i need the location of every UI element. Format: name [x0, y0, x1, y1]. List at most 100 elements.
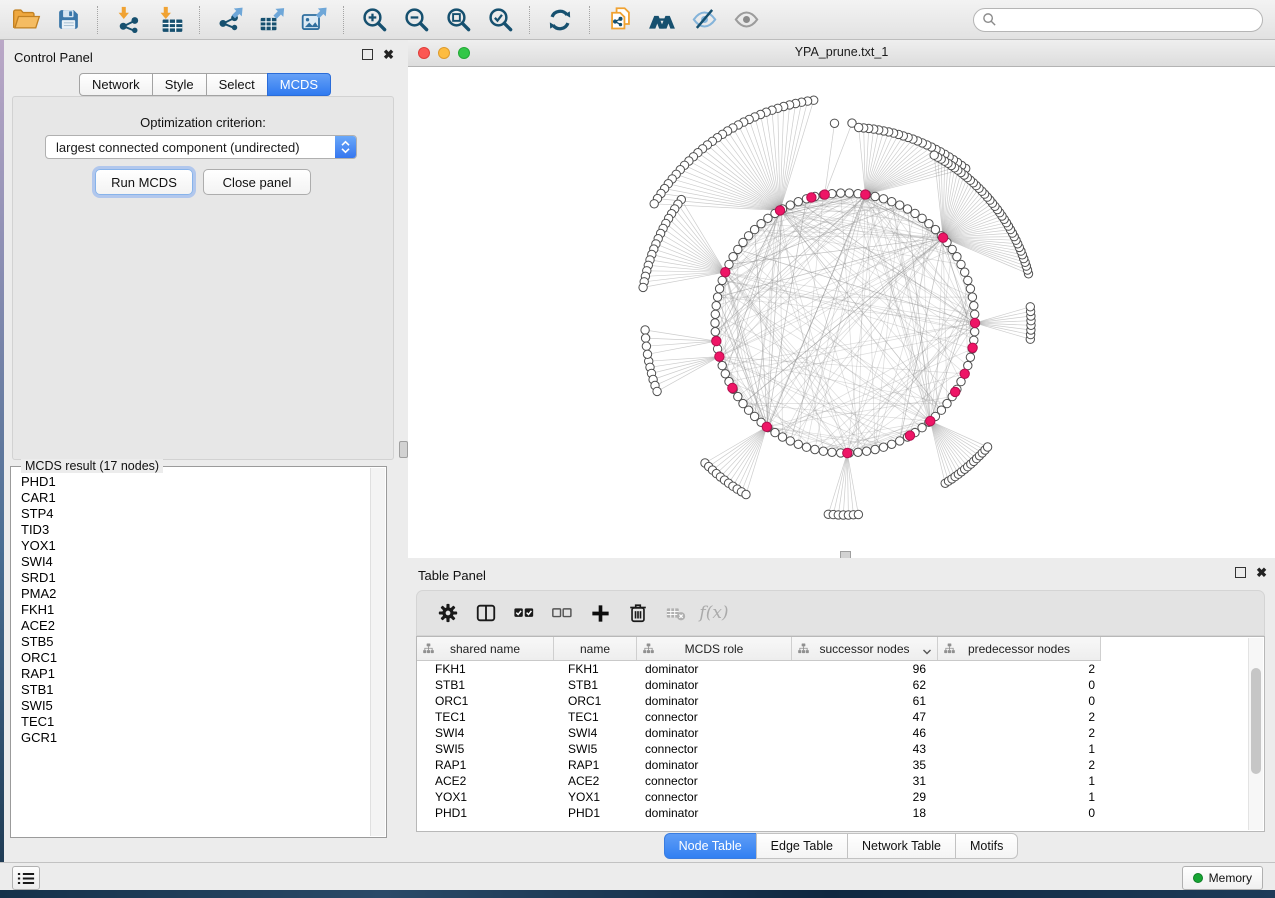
table-row[interactable]: RAP1RAP1dominator352: [417, 757, 1264, 773]
save-session-button[interactable]: [47, 3, 89, 37]
table-row[interactable]: YOX1YOX1connector291: [417, 789, 1264, 805]
cell-shared-name: TEC1: [417, 710, 554, 724]
mcds-result-item[interactable]: SWI5: [21, 698, 370, 714]
cell-shared-name: PHD1: [417, 806, 554, 820]
export-table-button[interactable]: [251, 3, 293, 37]
tab-motifs[interactable]: Motifs: [955, 833, 1018, 859]
close-table-panel-icon[interactable]: ✖: [1256, 567, 1267, 578]
close-panel-icon[interactable]: ✖: [383, 49, 394, 60]
show-details-button[interactable]: [725, 3, 767, 37]
mcds-result-item[interactable]: PHD1: [21, 474, 370, 490]
column-header-mcds-role[interactable]: MCDS role: [637, 637, 792, 660]
table-scrollbar-thumb[interactable]: [1251, 668, 1261, 774]
mcds-result-item[interactable]: STB1: [21, 682, 370, 698]
main-toolbar: [0, 0, 1275, 40]
toolbar-separator: [97, 6, 99, 34]
mcds-result-item[interactable]: PMA2: [21, 586, 370, 602]
table-row[interactable]: ORC1ORC1dominator610: [417, 693, 1264, 709]
desktop-wallpaper-bottom: [0, 890, 1275, 898]
mcds-result-item[interactable]: CAR1: [21, 490, 370, 506]
add-column-icon: [589, 602, 612, 625]
table-settings-button[interactable]: [429, 594, 467, 632]
hide-details-button[interactable]: [683, 3, 725, 37]
table-row[interactable]: PHD1PHD1dominator180: [417, 805, 1264, 821]
column-header-name[interactable]: name: [554, 637, 637, 660]
deselect-all-checkboxes-button[interactable]: [543, 594, 581, 632]
open-session-button[interactable]: [5, 3, 47, 37]
table-row[interactable]: STB1STB1dominator620: [417, 677, 1264, 693]
cell-predecessor-nodes: 2: [938, 710, 1101, 724]
split-columns-button[interactable]: [467, 594, 505, 632]
mcds-result-item[interactable]: SWI4: [21, 554, 370, 570]
network-vertical-scrollbar-thumb[interactable]: [399, 441, 408, 458]
task-history-button[interactable]: [12, 866, 40, 890]
export-network-icon: [217, 6, 244, 33]
tab-select[interactable]: Select: [206, 73, 268, 96]
zoom-out-button[interactable]: [395, 3, 437, 37]
import-network-button[interactable]: [107, 3, 149, 37]
cell-mcds-role: dominator: [637, 694, 792, 708]
close-panel-button[interactable]: Close panel: [203, 169, 311, 195]
cell-shared-name: SWI5: [417, 742, 554, 756]
table-row[interactable]: TEC1TEC1connector472: [417, 709, 1264, 725]
mcds-result-item[interactable]: TID3: [21, 522, 370, 538]
mcds-result-item[interactable]: ORC1: [21, 650, 370, 666]
search-field[interactable]: [973, 8, 1263, 32]
tab-mcds[interactable]: MCDS: [267, 73, 331, 96]
mcds-result-item[interactable]: ACE2: [21, 618, 370, 634]
find-button[interactable]: [641, 3, 683, 37]
tab-style[interactable]: Style: [152, 73, 207, 96]
mcds-result-item[interactable]: FKH1: [21, 602, 370, 618]
function-builder-button[interactable]: f(x): [695, 594, 733, 632]
network-view-window: YPA_prune.txt_1: [408, 40, 1275, 558]
export-network-button[interactable]: [209, 3, 251, 37]
mcds-result-item[interactable]: TEC1: [21, 714, 370, 730]
mcds-result-item[interactable]: SRD1: [21, 570, 370, 586]
column-header-successor-nodes[interactable]: successor nodes: [792, 637, 938, 660]
zoom-selected-button[interactable]: [479, 3, 521, 37]
export-table-icon: [259, 6, 286, 33]
table-row[interactable]: ACE2ACE2connector311: [417, 773, 1264, 789]
memory-button[interactable]: Memory: [1182, 866, 1263, 890]
cell-successor-nodes: 46: [792, 726, 938, 740]
select-all-checkboxes-button[interactable]: [505, 594, 543, 632]
export-image-button[interactable]: [293, 3, 335, 37]
tab-edge-table[interactable]: Edge Table: [756, 833, 848, 859]
zoom-fit-button[interactable]: [437, 3, 479, 37]
network-canvas[interactable]: [408, 67, 1275, 559]
run-mcds-button[interactable]: Run MCDS: [95, 169, 193, 195]
cell-shared-name: YOX1: [417, 790, 554, 804]
node-table-header: shared namenameMCDS rolesuccessor nodesp…: [417, 637, 1101, 661]
table-scrollbar-track[interactable]: [1248, 638, 1263, 830]
refresh-layout-button[interactable]: [539, 3, 581, 37]
new-network-from-selection-button[interactable]: [599, 3, 641, 37]
table-settings-icon: [437, 602, 459, 624]
tab-node-table[interactable]: Node Table: [664, 833, 757, 859]
mcds-result-item[interactable]: YOX1: [21, 538, 370, 554]
tab-network-table[interactable]: Network Table: [847, 833, 956, 859]
table-row[interactable]: SWI5SWI5connector431: [417, 741, 1264, 757]
optimization-criterion-select[interactable]: largest connected component (undirected): [45, 135, 357, 159]
float-panel-icon[interactable]: [362, 49, 373, 60]
float-table-panel-icon[interactable]: [1235, 567, 1246, 578]
delete-table-button[interactable]: [657, 594, 695, 632]
cell-name: PHD1: [554, 806, 637, 820]
mcds-result-item[interactable]: GCR1: [21, 730, 370, 746]
tab-network[interactable]: Network: [79, 73, 153, 96]
add-column-button[interactable]: [581, 594, 619, 632]
mcds-result-item[interactable]: STP4: [21, 506, 370, 522]
control-panel-tabs: NetworkStyleSelectMCDS: [80, 73, 331, 96]
hierarchy-icon: [944, 643, 955, 657]
mcds-result-scrollbar[interactable]: [370, 468, 385, 836]
table-row[interactable]: SWI4SWI4dominator462: [417, 725, 1264, 741]
delete-column-button[interactable]: [619, 594, 657, 632]
column-header-predecessor-nodes[interactable]: predecessor nodes: [938, 637, 1101, 660]
table-row[interactable]: FKH1FKH1dominator962: [417, 661, 1264, 677]
zoom-out-icon: [403, 6, 430, 33]
column-header-shared-name[interactable]: shared name: [417, 637, 554, 660]
mcds-result-item[interactable]: RAP1: [21, 666, 370, 682]
zoom-in-button[interactable]: [353, 3, 395, 37]
mcds-result-item[interactable]: STB5: [21, 634, 370, 650]
import-table-button[interactable]: [149, 3, 191, 37]
search-input[interactable]: [997, 12, 1241, 28]
